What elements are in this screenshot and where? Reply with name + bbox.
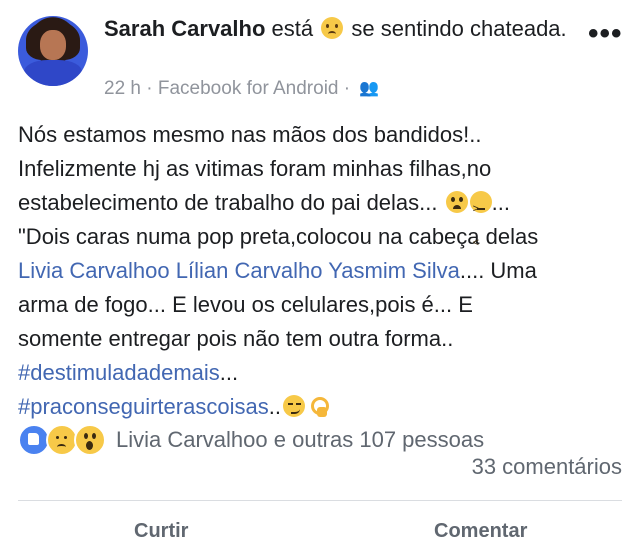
post-text: estabelecimento de trabalho do pai delas…	[18, 190, 438, 215]
ok-hand-icon	[307, 395, 329, 417]
post-text-line: somente entregar pois não tem outra form…	[18, 326, 454, 351]
post-time[interactable]: 22 h	[104, 78, 141, 99]
post-text-line: #praconseguirterascoisas..	[18, 390, 628, 424]
post-text: ...	[491, 190, 510, 215]
feeling-prefix: está	[271, 16, 314, 41]
friends-icon[interactable]: 👥	[359, 78, 379, 98]
meta-separator-2: ·	[343, 78, 351, 99]
reactions-bar[interactable]: Livia Carvalhoo e outras 107 pessoas	[18, 424, 484, 456]
worried-face-icon	[445, 191, 468, 213]
post-text-line: arma de fogo... E levou os celulares,poi…	[18, 292, 473, 317]
tag-livia[interactable]: Livia Carvalhoo	[18, 258, 170, 283]
author-name[interactable]: Sarah Carvalho	[104, 16, 265, 41]
post-header: Sarah Carvalho está se sentindo chateada…	[0, 0, 640, 108]
post-text-line: Livia Carvalhoo Lílian Carvalho Yasmim S…	[18, 254, 628, 288]
post-source: Facebook for Android	[157, 78, 339, 99]
post-text-line: "Dois caras numa pop preta,colocou na ca…	[18, 224, 539, 249]
comment-button[interactable]: Comentar	[434, 520, 527, 543]
post-text: ...	[219, 360, 239, 385]
wow-reaction-icon	[74, 424, 106, 456]
more-options-icon[interactable]: •••	[588, 19, 623, 49]
post-text-line: estabelecimento de trabalho do pai delas…	[18, 186, 628, 260]
post-text: .... Uma	[459, 258, 537, 283]
comments-count[interactable]: 33 comentários	[472, 454, 622, 480]
avatar[interactable]	[18, 16, 88, 86]
post-text: ..	[268, 394, 281, 419]
post-author-line: Sarah Carvalho está se sentindo chateada…	[104, 14, 574, 44]
meta-separator: ·	[146, 78, 153, 99]
post-text-line: #destimuladademais...	[18, 356, 628, 390]
post-text-line: Nós estamos mesmo nas mãos dos bandidos!…	[18, 122, 482, 147]
persevering-face-icon	[469, 191, 492, 260]
feeling-text: se sentindo chateada.	[351, 16, 567, 41]
divider	[18, 500, 622, 501]
smirking-face-icon	[282, 395, 305, 417]
hashtag-destimuladademais[interactable]: #destimuladademais	[18, 360, 220, 385]
tag-yasmim[interactable]: Yasmim Silva	[328, 258, 460, 283]
like-button[interactable]: Curtir	[134, 520, 188, 543]
post-text-line: Infelizmente hj as vitimas foram minhas …	[18, 156, 492, 181]
post-meta: 22 h · Facebook for Android · 👥	[104, 78, 379, 100]
tag-lilian[interactable]: Lílian Carvalho	[176, 258, 323, 283]
sad-face-emoji-icon	[321, 17, 344, 39]
hashtag-praconseguirterascoisas[interactable]: #praconseguirterascoisas	[18, 394, 269, 419]
reaction-summary[interactable]: Livia Carvalhoo e outras 107 pessoas	[116, 427, 484, 453]
post-content: Nós estamos mesmo nas mãos dos bandidos!…	[18, 118, 628, 424]
